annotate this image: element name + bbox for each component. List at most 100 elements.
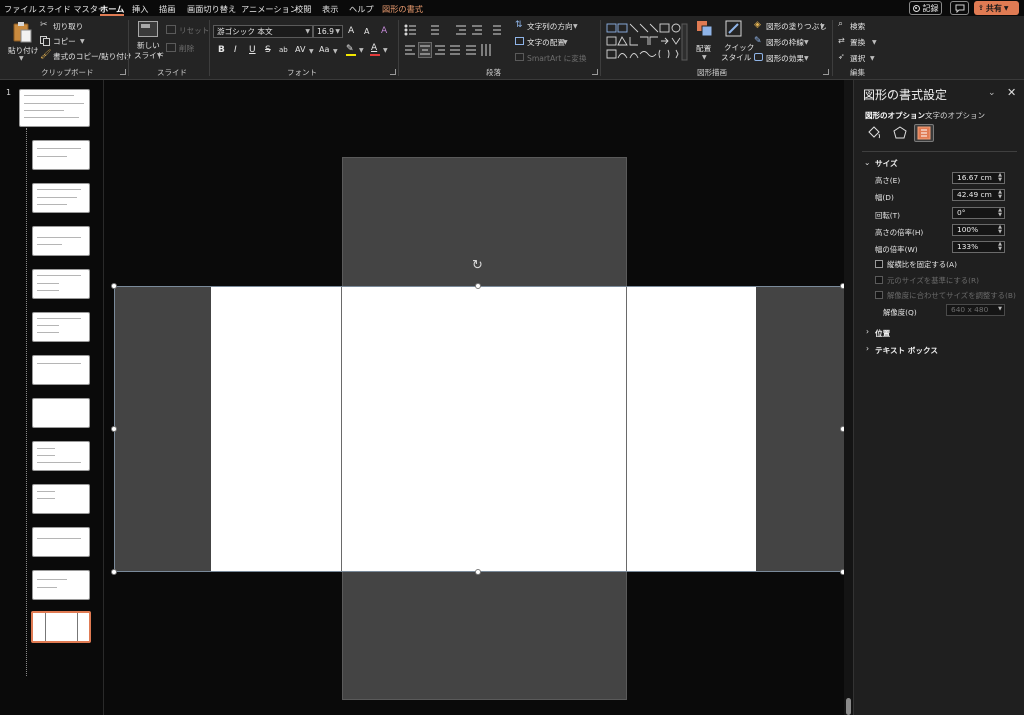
width-input[interactable]: 42.49 cm ▲ ▼ [952, 189, 1005, 201]
tab-transitions[interactable]: 画面切り替え [187, 3, 236, 15]
layout-thumbnail[interactable] [32, 226, 90, 256]
tab-draw[interactable]: 描画 [159, 3, 175, 15]
select-button[interactable]: ➶ 選択 ▼ [838, 52, 883, 64]
tab-view[interactable]: 表示 [322, 3, 338, 15]
find-button[interactable]: ⌕ 検索 [838, 19, 883, 32]
tab-file[interactable]: ファイル [4, 3, 37, 15]
clipboard-launcher-icon[interactable] [120, 69, 126, 75]
shrink-font-button[interactable]: A [364, 27, 369, 36]
tab-shape-options[interactable]: 図形のオプション [865, 110, 925, 121]
delete-button[interactable]: 削除 [166, 43, 206, 54]
rotate-handle-icon[interactable]: ↻ [472, 258, 483, 273]
tab-shape-format[interactable]: 図形の書式 [382, 3, 423, 15]
resolution-select[interactable]: 640 x 480 ▼ [946, 304, 1005, 316]
effects-pentagon-icon[interactable] [890, 124, 910, 142]
reset-button[interactable]: リセット [166, 25, 209, 36]
layout-thumbnail-selected[interactable] [31, 611, 91, 643]
chevron-down-icon[interactable]: ⌄ [988, 88, 996, 98]
clear-format-button[interactable]: A [381, 26, 387, 36]
resize-handle-bottom[interactable] [475, 569, 481, 575]
relative-original-checkbox[interactable] [875, 276, 883, 284]
cut-button[interactable]: ✂ 切り取り [40, 20, 100, 32]
resize-handle-top[interactable] [475, 283, 481, 289]
shape-effects-button[interactable]: 図形の効果 ▼ [754, 53, 829, 64]
layout-thumbnail[interactable] [32, 355, 90, 385]
layout-thumbnail[interactable] [32, 484, 90, 514]
tab-slide-master[interactable]: スライド マスター [38, 3, 106, 15]
quick-styles-button[interactable]: クイック スタイル [720, 20, 754, 64]
layout-thumbnail[interactable] [32, 269, 90, 299]
paste-button[interactable]: 貼り付け ▼ [6, 19, 38, 63]
tab-help[interactable]: ヘルプ [349, 3, 374, 15]
align-text-button[interactable]: 文字の配置 ▼ [515, 37, 595, 48]
slide-thumbnail[interactable] [19, 89, 90, 127]
scale-width-input[interactable]: 133% ▲ ▼ [952, 241, 1005, 253]
copy-button[interactable]: コピー ▼ [40, 36, 100, 47]
italic-button[interactable]: I [234, 45, 237, 55]
new-slide-button[interactable]: 新しい スライド ▼ [133, 19, 164, 65]
rotation-input[interactable]: 0° ▲ ▼ [952, 207, 1005, 219]
layout-thumbnail[interactable] [32, 441, 90, 471]
text-direction-button[interactable]: ⇅ 文字列の方向 ▼ [515, 20, 595, 32]
replace-button[interactable]: ⇄ 置換 ▼ [838, 36, 883, 48]
layout-thumbnail[interactable] [32, 312, 90, 342]
shadow-button[interactable]: ab [279, 46, 288, 54]
comments-button[interactable] [950, 1, 969, 15]
scrollbar-thumb[interactable] [846, 698, 851, 715]
scale-height-input[interactable]: 100% ▲ ▼ [952, 224, 1005, 236]
shape-fill-button[interactable]: ◈ 図形の塗りつぶし ▼ [754, 20, 829, 32]
spinner-icon[interactable]: ▲ ▼ [997, 173, 1003, 183]
spinner-icon[interactable]: ▲ ▼ [997, 242, 1003, 252]
height-input[interactable]: 16.67 cm ▲ ▼ [952, 172, 1005, 184]
font-name-select[interactable]: 游ゴシック 本文 ▼ [213, 25, 313, 38]
layout-thumbnail[interactable] [32, 183, 90, 213]
layout-thumbnail[interactable] [32, 398, 90, 428]
layout-thumbnail[interactable] [32, 527, 90, 557]
bold-button[interactable]: B [218, 45, 225, 55]
slide-editing-canvas[interactable]: ↻ [105, 80, 844, 715]
share-button[interactable]: ⇪ 共有 ▼ [974, 1, 1019, 15]
arrange-button[interactable]: 配置 ▼ [694, 20, 716, 64]
underline-button[interactable]: U [249, 45, 256, 55]
layout-thumbnail[interactable] [32, 570, 90, 600]
shape-outline-button[interactable]: ✎ 図形の枠線 ▼ [754, 36, 829, 48]
chevron-down-icon[interactable]: ▼ [309, 48, 314, 55]
record-button[interactable]: 記録 [909, 1, 942, 15]
smartart-button[interactable]: SmartArt に変換 [515, 53, 595, 64]
tab-review[interactable]: 校閲 [295, 3, 311, 15]
drawing-launcher-icon[interactable] [823, 69, 829, 75]
canvas-scrollbar[interactable] [844, 80, 853, 715]
strikethrough-button[interactable]: S [265, 45, 271, 55]
spinner-icon[interactable]: ▲ ▼ [997, 208, 1003, 218]
paragraph-buttons[interactable] [404, 24, 509, 64]
chevron-down-icon[interactable]: ▼ [333, 48, 338, 55]
divider [600, 20, 601, 76]
spinner-icon[interactable]: ▲ ▼ [997, 225, 1003, 235]
resize-handle-left[interactable] [111, 426, 117, 432]
paragraph-launcher-icon[interactable] [592, 69, 598, 75]
font-size-select[interactable]: 16.9 ▼ [313, 25, 343, 38]
grow-font-button[interactable]: A [348, 26, 354, 36]
change-case-button[interactable]: Aa [319, 45, 329, 54]
best-scale-checkbox[interactable] [875, 291, 883, 299]
chevron-down-icon[interactable]: ▼ [80, 38, 85, 45]
char-spacing-button[interactable]: AV [295, 45, 305, 54]
tab-animations[interactable]: アニメーション [241, 3, 298, 15]
font-color-button[interactable]: A ▼ [370, 43, 392, 57]
layout-thumbnail[interactable] [32, 140, 90, 170]
fill-line-icon[interactable] [864, 124, 884, 142]
resize-handle-top-left[interactable] [111, 283, 117, 289]
format-painter-button[interactable]: 🖌 書式のコピー/貼り付け [40, 50, 132, 62]
resize-handle-bottom-left[interactable] [111, 569, 117, 575]
spinner-icon[interactable]: ▲ ▼ [997, 190, 1003, 200]
size-properties-icon[interactable] [914, 124, 934, 142]
highlight-button[interactable]: ✎ ▼ [346, 44, 368, 57]
font-launcher-icon[interactable] [390, 69, 396, 75]
shape-gallery[interactable] [606, 23, 688, 61]
close-icon[interactable]: ✕ [1007, 86, 1016, 99]
chevron-down-icon[interactable]: ▼ [1004, 5, 1009, 12]
tab-insert[interactable]: 挿入 [132, 3, 148, 15]
lock-aspect-checkbox[interactable] [875, 260, 883, 268]
tab-home[interactable]: ホーム [100, 3, 125, 16]
tab-text-options[interactable]: 文字のオプション [925, 110, 985, 121]
